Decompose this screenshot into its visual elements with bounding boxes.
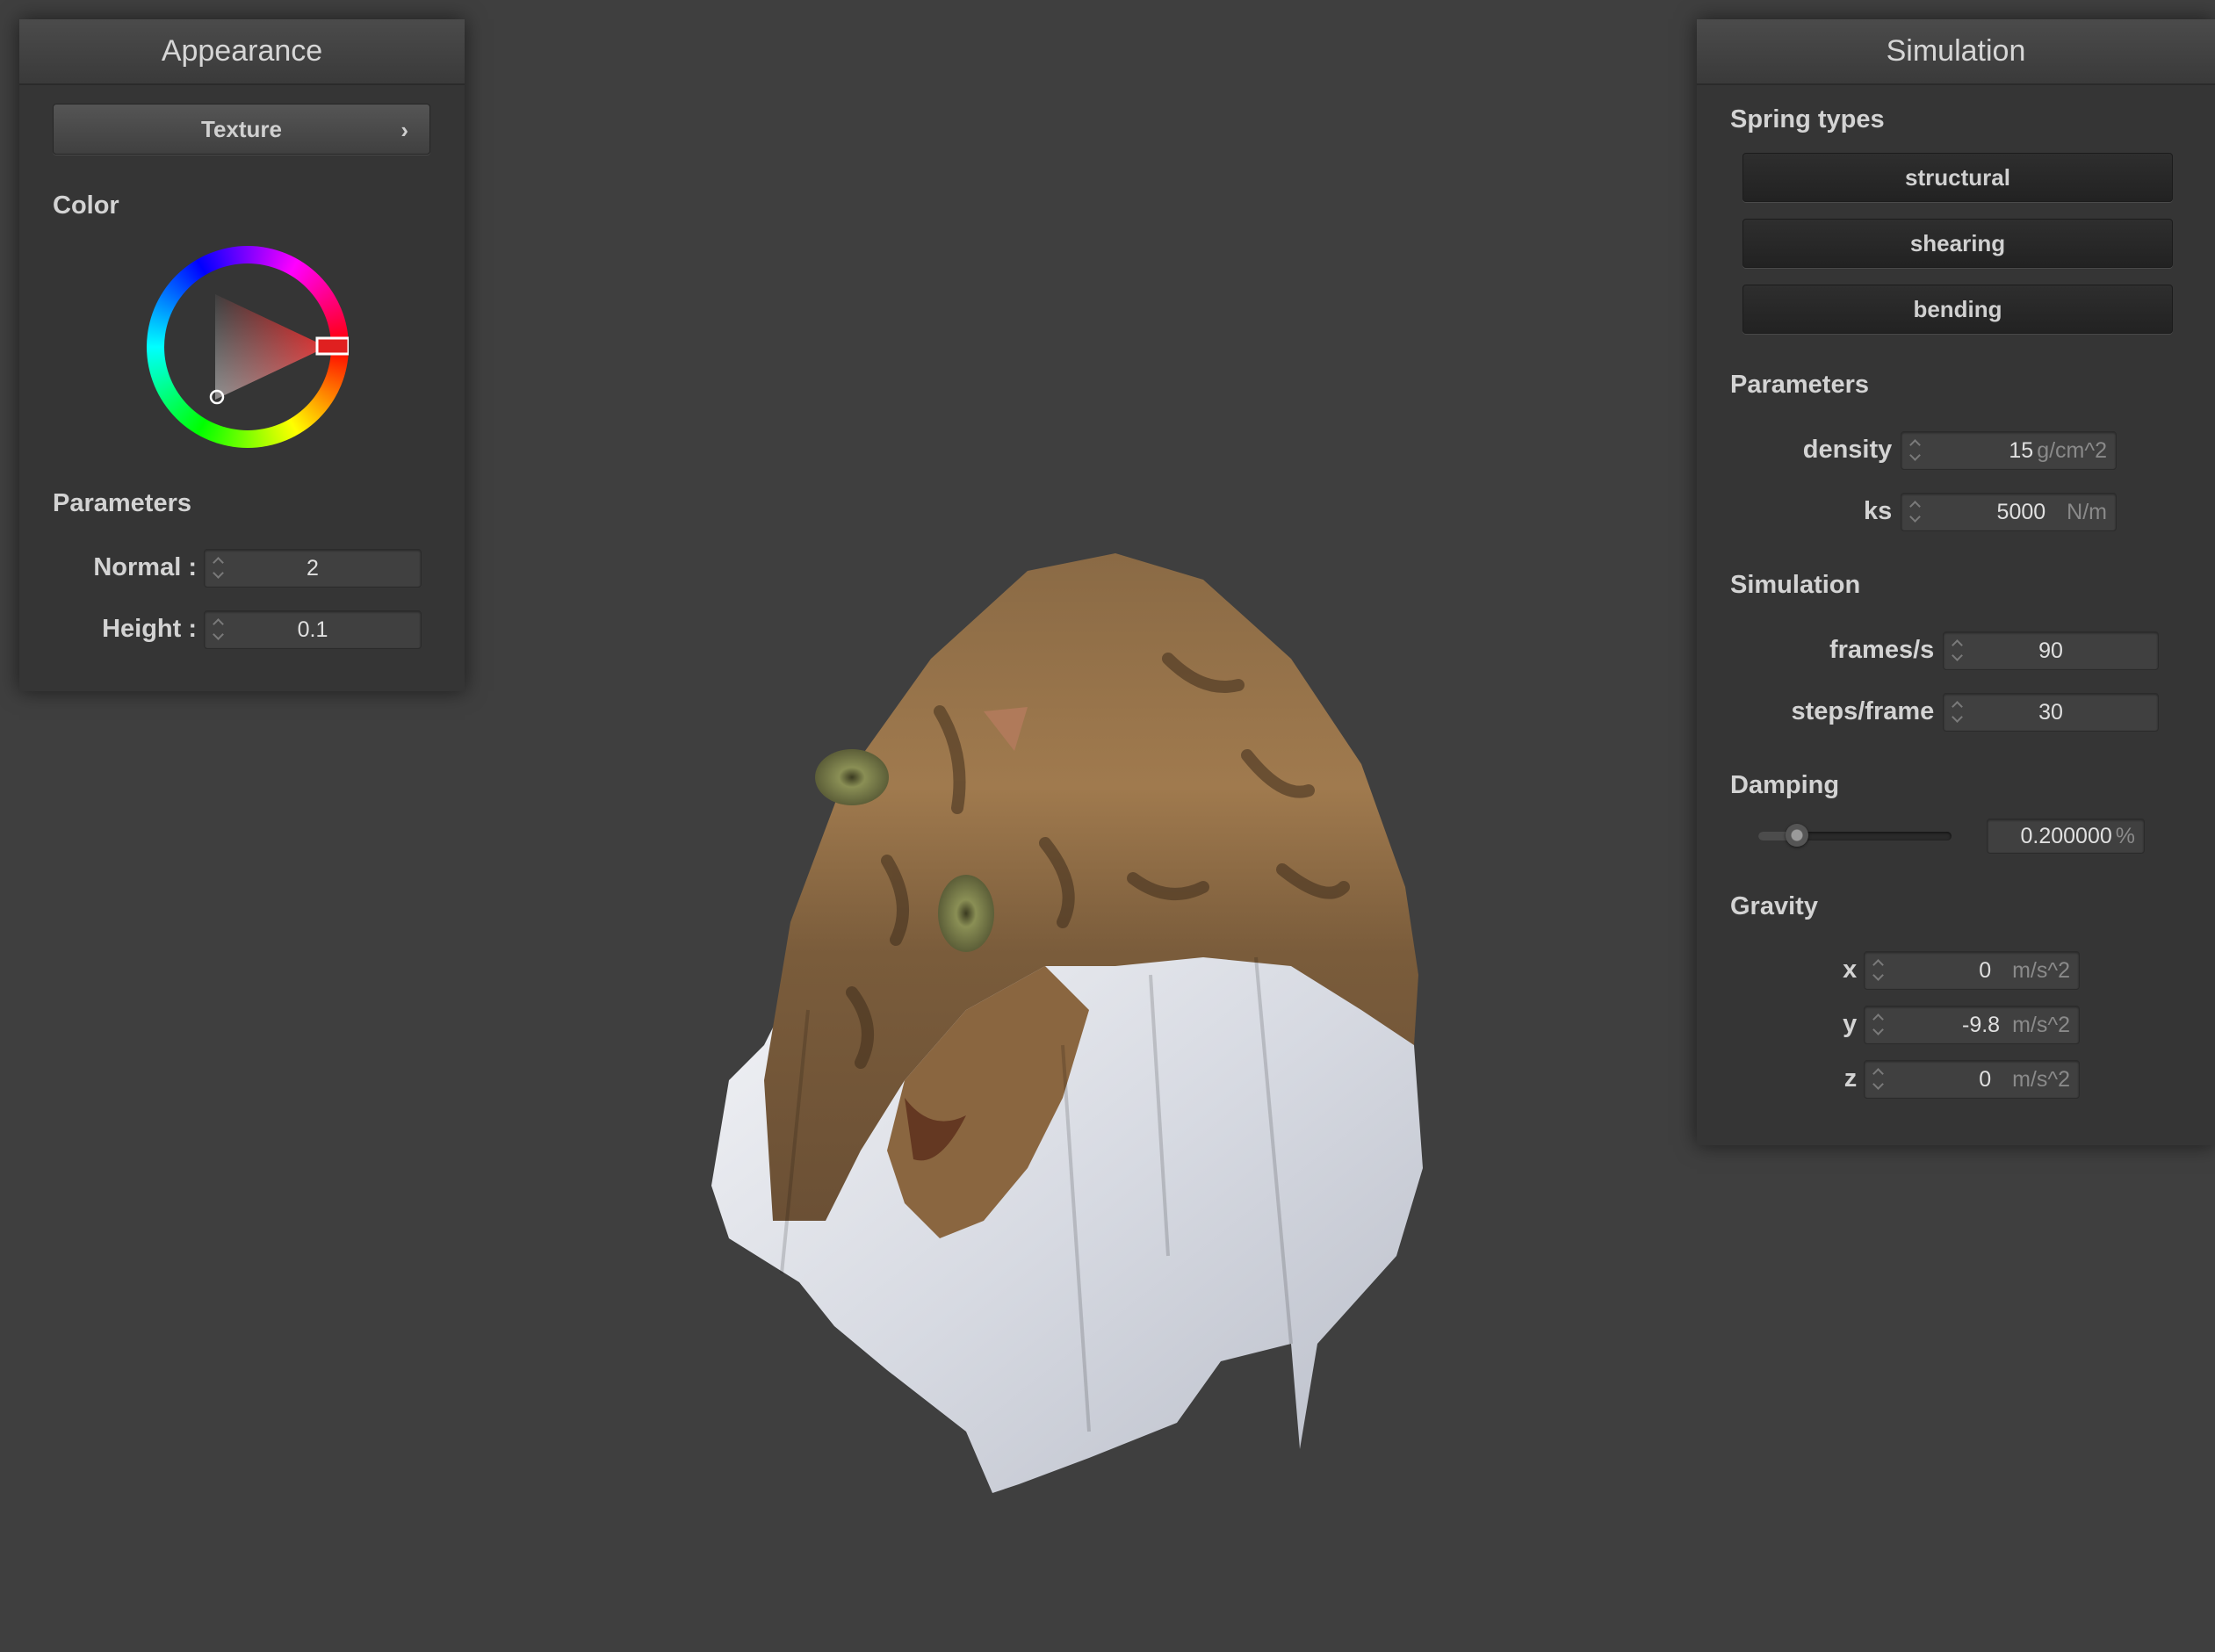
steps-per-frame-label: steps/frame :: [1791, 697, 1950, 725]
ks-input[interactable]: 5000 N/m: [1901, 493, 2117, 531]
steps-per-frame-input[interactable]: 30: [1943, 693, 2159, 732]
height-value: 0.1: [297, 617, 328, 642]
gravity-x-value: 0: [1979, 957, 1992, 983]
hue-selector-handle[interactable]: [315, 336, 349, 356]
spinner-icon[interactable]: [1865, 952, 1891, 989]
damping-unit: %: [2115, 823, 2135, 848]
gravity-z-unit: m/s^2: [2012, 1066, 2070, 1092]
normal-value: 2: [307, 555, 319, 581]
frames-per-second-input[interactable]: 90: [1943, 631, 2159, 670]
damping-input[interactable]: 0.200000 %: [1987, 819, 2145, 854]
texture-button-label: Texture: [201, 115, 282, 142]
frames-per-second-label: frames/s :: [1829, 636, 1950, 664]
3d-viewport[interactable]: Appearance Texture › Color Parameters No…: [0, 0, 2215, 1652]
ks-label: ks :: [1864, 497, 1908, 525]
spinner-icon[interactable]: [1865, 1061, 1891, 1098]
color-section-label: Color: [53, 191, 119, 220]
density-label: density :: [1802, 436, 1908, 464]
gravity-z-value: 0: [1979, 1066, 1992, 1092]
gravity-y-label: y :: [1843, 1010, 1872, 1038]
frames-per-second-value: 90: [2038, 638, 2063, 663]
gravity-label: Gravity: [1730, 892, 1818, 920]
damping-slider-handle[interactable]: [1786, 824, 1808, 847]
cat-eye-right: [938, 875, 994, 952]
damping-slider[interactable]: [1758, 824, 1952, 847]
spinner-icon[interactable]: [205, 550, 231, 587]
structural-button[interactable]: structural: [1742, 153, 2173, 202]
gravity-y-unit: m/s^2: [2012, 1012, 2070, 1037]
appearance-panel-title: Appearance: [19, 19, 465, 85]
height-input[interactable]: 0.1: [204, 610, 422, 649]
gravity-y-value: -9.8: [1962, 1012, 2001, 1037]
gravity-x-unit: m/s^2: [2012, 957, 2070, 983]
gravity-z-input[interactable]: 0 m/s^2: [1864, 1060, 2080, 1099]
chevron-right-icon: ›: [400, 117, 408, 143]
cloth-render: [676, 553, 1449, 1555]
shearing-button[interactable]: shearing: [1742, 219, 2173, 268]
normal-input[interactable]: 2: [204, 549, 422, 588]
gravity-x-label: x :: [1843, 956, 1872, 984]
density-unit: g/cm^2: [2037, 437, 2107, 463]
texture-button[interactable]: Texture ›: [53, 104, 430, 155]
density-value: 15: [2009, 437, 2034, 463]
gravity-y-input[interactable]: -9.8 m/s^2: [1864, 1006, 2080, 1044]
damping-value: 0.200000: [2020, 823, 2112, 848]
height-label: Height :: [102, 615, 197, 643]
spinner-icon[interactable]: [1865, 1006, 1891, 1043]
spinner-icon[interactable]: [1901, 494, 1928, 530]
density-input[interactable]: 15 g/cm^2: [1901, 431, 2117, 470]
ks-value: 5000: [1996, 499, 2046, 524]
color-triangle[interactable]: [147, 246, 349, 448]
spinner-icon[interactable]: [1944, 632, 1970, 669]
cat-eye-left: [815, 749, 889, 805]
normal-label: Normal :: [93, 553, 197, 581]
gravity-x-input[interactable]: 0 m/s^2: [1864, 951, 2080, 990]
spinner-icon[interactable]: [1944, 694, 1970, 731]
simulation-section-label: Simulation: [1730, 571, 1861, 599]
appearance-parameters-label: Parameters: [53, 489, 191, 517]
bending-button[interactable]: bending: [1742, 285, 2173, 334]
sim-parameters-label: Parameters: [1730, 371, 1869, 399]
color-wheel[interactable]: [147, 246, 349, 448]
gravity-z-label: z :: [1843, 1064, 1872, 1093]
spring-types-label: Spring types: [1730, 105, 1885, 133]
damping-label: Damping: [1730, 771, 1840, 799]
simulation-panel-title: Simulation: [1697, 19, 2215, 85]
spinner-icon[interactable]: [1901, 432, 1928, 469]
appearance-panel: Appearance Texture › Color Parameters No…: [19, 19, 465, 691]
simulation-panel: Simulation Spring types structural shear…: [1697, 19, 2215, 1145]
ks-unit: N/m: [2067, 499, 2107, 524]
steps-per-frame-value: 30: [2038, 699, 2063, 725]
spinner-icon[interactable]: [205, 611, 231, 648]
